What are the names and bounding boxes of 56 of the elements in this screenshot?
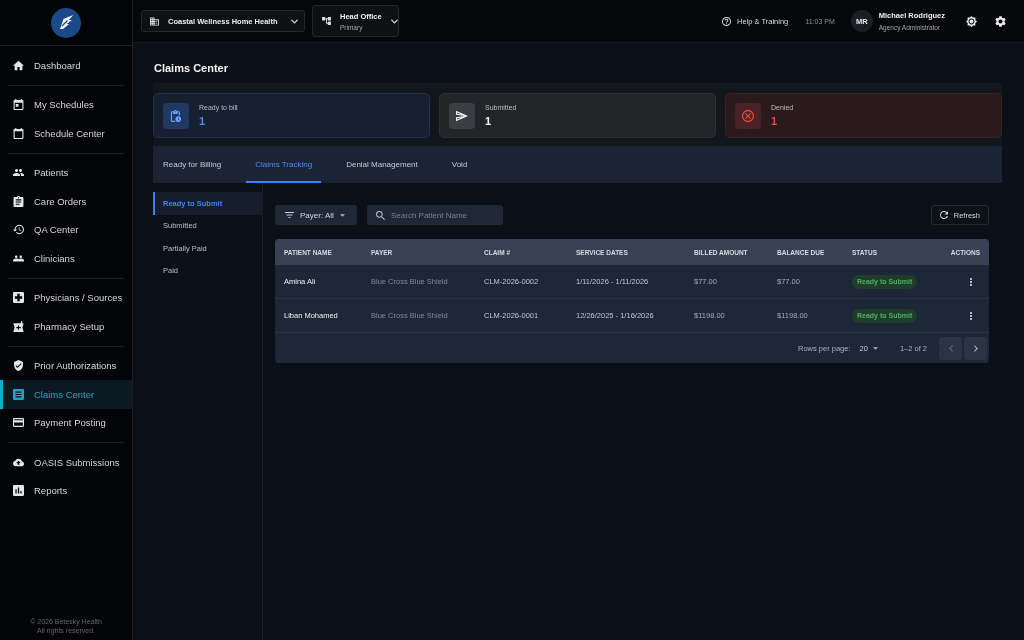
chevron-down-icon (390, 18, 398, 24)
clipboard-clock-icon (163, 102, 189, 129)
tab[interactable]: Void (442, 146, 477, 183)
search-field[interactable]: Search Patient Name (367, 205, 503, 225)
nav-item[interactable]: QA Center (0, 215, 132, 244)
cloud-upload-icon (13, 456, 24, 468)
clipboard-icon (13, 195, 24, 207)
caret-icon (339, 213, 345, 217)
stat-value: 1 (771, 115, 778, 127)
nav-item[interactable]: Clinicians (0, 244, 132, 273)
calendar-icon (13, 99, 24, 111)
history-icon (13, 224, 24, 236)
list-icon (13, 388, 24, 400)
nav-item[interactable]: Pharmacy Setup (0, 312, 132, 341)
chevron-right-icon (973, 344, 978, 352)
credit-card-icon (13, 417, 24, 429)
home-icon (13, 59, 24, 71)
nav-item[interactable]: Payment Posting (0, 408, 132, 437)
payer-filter-button[interactable]: Payer: All (275, 205, 357, 225)
building-icon (150, 16, 159, 26)
medical-cross-icon (13, 292, 24, 304)
calendar-icon (13, 127, 24, 139)
pharmacy-icon (13, 320, 24, 332)
tab[interactable]: Denial Management (337, 146, 427, 183)
tab[interactable]: Ready for Billing (154, 146, 231, 183)
tab[interactable]: Claims Tracking (246, 146, 322, 183)
chevron-left-icon (948, 344, 953, 352)
refresh-icon (939, 211, 948, 219)
nav-item[interactable]: My Schedules (0, 90, 132, 119)
logo-icon (51, 7, 81, 38)
nav-item[interactable]: Reports (0, 476, 132, 505)
nav-item[interactable]: OASIS Submissions (0, 448, 132, 477)
nav-item[interactable]: Schedule Center (0, 119, 132, 148)
page-title: Claims Center (154, 61, 228, 75)
nav-item[interactable]: Claims Center (0, 380, 132, 409)
stat-value: 1 (485, 115, 492, 127)
stat-value: 1 (199, 115, 206, 127)
nav-item[interactable]: Prior Authorizations (0, 351, 132, 380)
people-icon (13, 167, 24, 179)
nav-item[interactable]: Care Orders (0, 187, 132, 216)
hierarchy-icon (322, 17, 331, 25)
search-icon (376, 210, 385, 220)
caret-icon (872, 346, 878, 350)
send-icon (449, 102, 475, 129)
bar-chart-icon (13, 485, 24, 497)
brightness-icon (966, 15, 977, 27)
nav-item[interactable]: Patients (0, 158, 132, 187)
chevron-down-icon (291, 18, 298, 24)
cancel-icon (735, 102, 761, 129)
help-icon (722, 16, 731, 26)
next-page-button[interactable] (964, 336, 987, 360)
settings-icon (995, 15, 1006, 27)
nav-item[interactable]: Dashboard (0, 51, 132, 80)
nav-item[interactable]: Physicians / Sources (0, 283, 132, 312)
filter-icon (285, 212, 294, 218)
shield-check-icon (13, 360, 24, 372)
